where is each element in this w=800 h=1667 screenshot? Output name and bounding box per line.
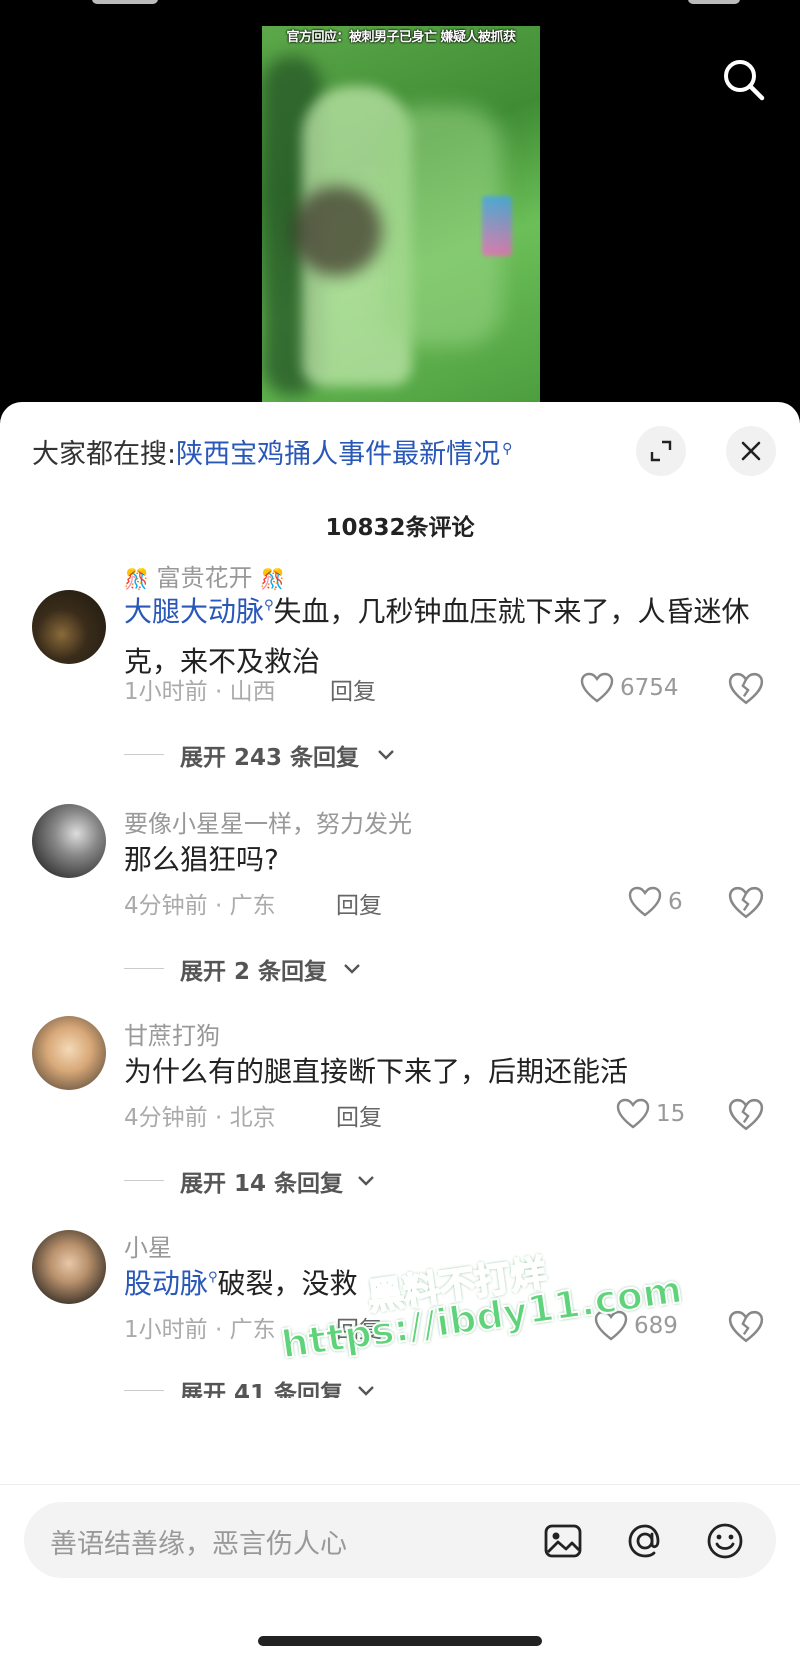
sheet-header: 大家都在搜:陕西宝鸡捅人事件最新情况 ⚲ bbox=[0, 402, 800, 488]
expand-replies-button[interactable]: 展开 41 条回复 bbox=[0, 1372, 800, 1398]
expand-replies-label: 展开 243 条回复 bbox=[180, 745, 360, 771]
video-player[interactable]: 官方回应：被刺男子已身亡 嫌疑人被抓获 bbox=[0, 0, 800, 420]
avatar[interactable] bbox=[32, 1230, 106, 1304]
heart-outline-icon bbox=[616, 1098, 650, 1129]
status-bar bbox=[0, 0, 800, 8]
expand-button[interactable] bbox=[636, 426, 686, 476]
video-caption: 官方回应：被刺男子已身亡 嫌疑人被抓获 bbox=[286, 30, 516, 45]
hot-search-query[interactable]: 陕西宝鸡捅人事件最新情况 bbox=[176, 439, 500, 470]
status-battery-icon bbox=[688, 0, 740, 4]
broken-heart-icon bbox=[728, 1310, 764, 1343]
like-button[interactable]: 6 bbox=[628, 882, 683, 922]
search-mini-icon: ⚲ bbox=[208, 1270, 218, 1285]
comment-sheet: 大家都在搜:陕西宝鸡捅人事件最新情况 ⚲ 10832条评论 🎊 富贵花开 🎊 大腿… bbox=[0, 402, 800, 1667]
comment-input-bar: 善语结善缘，恶言伤人心 bbox=[0, 1484, 800, 1667]
chevron-down-icon bbox=[358, 1176, 374, 1186]
avatar[interactable] bbox=[32, 1016, 106, 1090]
chevron-down-icon bbox=[358, 1386, 374, 1396]
comment-time-location: 4分钟前 · 广东 bbox=[124, 893, 276, 919]
comment-text: 那么猖狂吗? bbox=[124, 838, 764, 882]
expand-replies-button[interactable]: 展开 14 条回复 bbox=[0, 1162, 800, 1202]
comment-text: 股动脉⚲破裂，没救 bbox=[124, 1262, 764, 1312]
reply-button[interactable]: 回复 bbox=[336, 1310, 382, 1344]
dislike-button[interactable] bbox=[728, 672, 764, 708]
video-frame[interactable] bbox=[262, 26, 540, 420]
avatar[interactable] bbox=[32, 590, 106, 664]
comment-time-location: 4分钟前 · 北京 bbox=[124, 1105, 276, 1131]
like-count: 689 bbox=[634, 1313, 678, 1339]
status-time bbox=[92, 0, 158, 4]
expand-icon bbox=[650, 440, 672, 462]
comment-body: 那么猖狂吗? bbox=[124, 843, 279, 876]
like-count: 15 bbox=[656, 1101, 686, 1127]
comment-keyword-link[interactable]: 股动脉 bbox=[124, 1267, 208, 1300]
broken-heart-icon bbox=[728, 886, 764, 919]
comment-count: 10832条评论 bbox=[325, 515, 475, 541]
image-icon[interactable] bbox=[542, 1520, 584, 1562]
username-text: 富贵花开 bbox=[156, 564, 253, 592]
search-icon[interactable] bbox=[718, 54, 770, 106]
divider bbox=[124, 1180, 164, 1181]
comment-username[interactable]: 🎊 富贵花开 🎊 bbox=[124, 558, 285, 593]
expand-replies-button[interactable]: 展开 243 条回复 bbox=[0, 736, 800, 776]
heart-outline-icon bbox=[594, 1310, 628, 1341]
close-button[interactable] bbox=[726, 426, 776, 476]
avatar[interactable] bbox=[32, 804, 106, 878]
dislike-button[interactable] bbox=[728, 1310, 764, 1346]
comment-input-placeholder: 善语结善缘，恶言伤人心 bbox=[50, 1529, 347, 1560]
divider bbox=[124, 1390, 164, 1391]
comment-time-location: 1小时前 · 山西 bbox=[124, 679, 276, 705]
expand-replies-label: 展开 2 条回复 bbox=[180, 959, 328, 985]
dislike-button[interactable] bbox=[728, 886, 764, 922]
expand-replies-label: 展开 14 条回复 bbox=[180, 1171, 344, 1197]
emoji-icon[interactable] bbox=[704, 1520, 746, 1562]
reply-button[interactable]: 回复 bbox=[336, 1098, 382, 1132]
like-count: 6754 bbox=[620, 675, 679, 701]
comment-body: 破裂，没救 bbox=[217, 1267, 358, 1300]
at-icon[interactable] bbox=[624, 1520, 666, 1562]
comment-username[interactable]: 要像小星星一样，努力发光 bbox=[124, 804, 412, 839]
like-count: 6 bbox=[668, 889, 683, 915]
home-indicator[interactable] bbox=[258, 1636, 542, 1646]
dislike-button[interactable] bbox=[728, 1098, 764, 1134]
reply-button[interactable]: 回复 bbox=[330, 672, 376, 706]
comment-text: 为什么有的腿直接断下来了，后期还能活 bbox=[124, 1050, 764, 1094]
divider bbox=[124, 754, 164, 755]
search-mini-icon: ⚲ bbox=[502, 441, 513, 457]
comment-username[interactable]: 甘蔗打狗 bbox=[124, 1016, 220, 1051]
chevron-down-icon bbox=[378, 750, 394, 760]
comment-keyword-link[interactable]: 大腿大动脉 bbox=[124, 595, 264, 628]
heart-outline-icon bbox=[628, 886, 662, 917]
reply-button[interactable]: 回复 bbox=[336, 886, 382, 920]
chevron-down-icon bbox=[344, 964, 360, 974]
hot-search-link[interactable]: 大家都在搜:陕西宝鸡捅人事件最新情况 ⚲ bbox=[32, 432, 513, 471]
hot-search-prefix: 大家都在搜: bbox=[32, 439, 177, 470]
username-decoration-icon: 🎊 bbox=[124, 567, 149, 591]
like-button[interactable]: 6754 bbox=[580, 668, 679, 708]
like-button[interactable]: 689 bbox=[594, 1306, 678, 1346]
divider bbox=[124, 968, 164, 969]
comment-username[interactable]: 小星 bbox=[124, 1228, 172, 1263]
broken-heart-icon bbox=[728, 672, 764, 705]
heart-outline-icon bbox=[580, 672, 614, 703]
video-station-logo bbox=[482, 196, 512, 256]
broken-heart-icon bbox=[728, 1098, 764, 1131]
expand-replies-label: 展开 41 条回复 bbox=[180, 1381, 344, 1398]
comment-time-location: 1小时前 · 广东 bbox=[124, 1317, 276, 1343]
video-figure bbox=[292, 186, 382, 276]
like-button[interactable]: 15 bbox=[616, 1094, 685, 1134]
search-mini-icon: ⚲ bbox=[264, 598, 274, 613]
close-icon bbox=[741, 441, 761, 461]
expand-replies-button[interactable]: 展开 2 条回复 bbox=[0, 950, 800, 990]
comment-body: 为什么有的腿直接断下来了，后期还能活 bbox=[124, 1055, 629, 1088]
comment-input[interactable]: 善语结善缘，恶言伤人心 bbox=[24, 1502, 776, 1578]
